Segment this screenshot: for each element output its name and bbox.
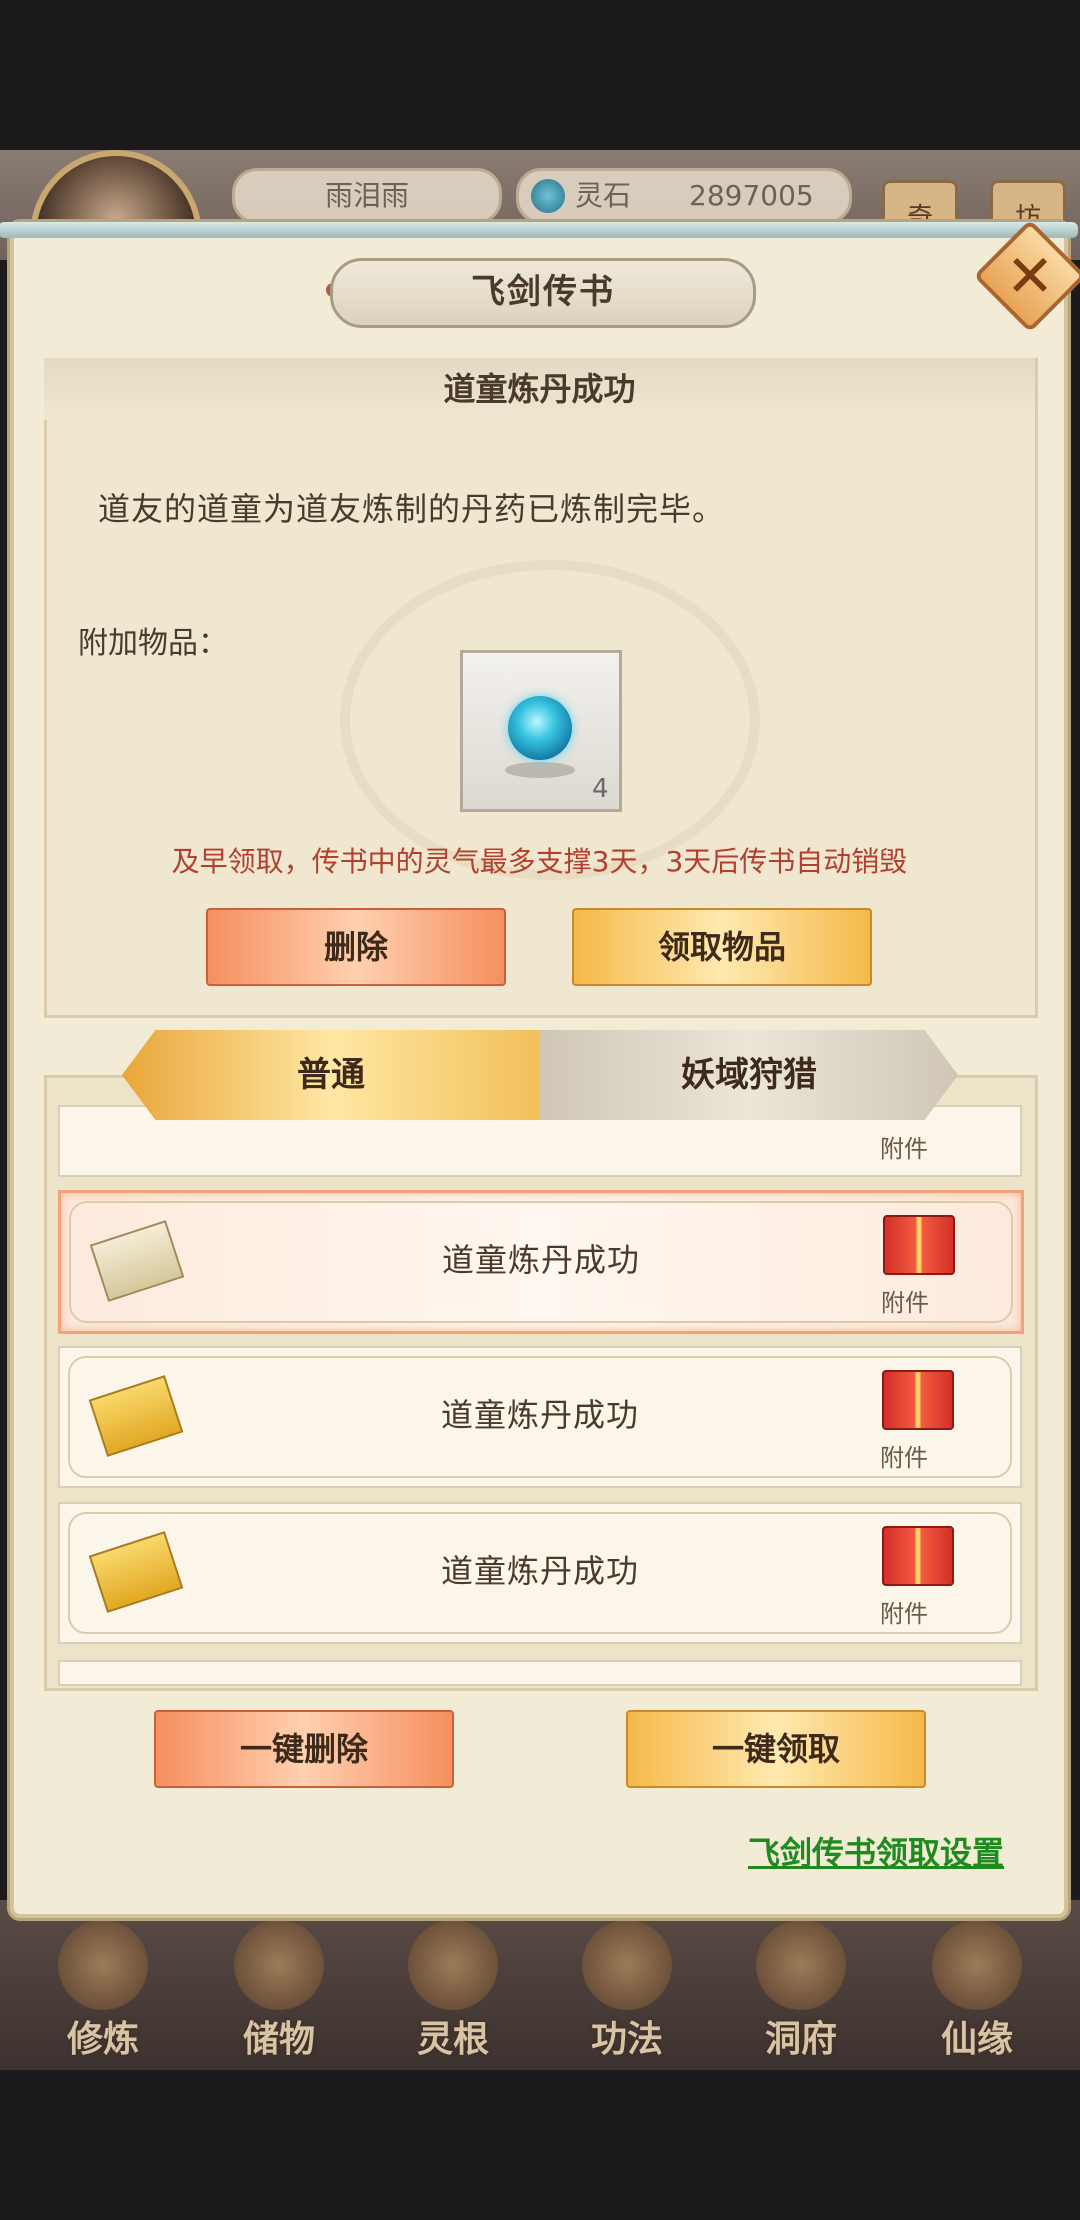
item-count: 4	[592, 774, 609, 804]
list-item-partial[interactable]	[58, 1660, 1022, 1686]
storage-bag-icon	[234, 1920, 324, 2010]
mail-claim-settings-link[interactable]: 飞剑传书领取设置	[748, 1828, 1004, 1874]
nav-label: 灵根	[416, 2019, 489, 2060]
attachment-text: 附件	[880, 1135, 928, 1163]
spirit-root-icon	[408, 1920, 498, 2010]
mail-body: 道友的道童为道友炼制的丹药已炼制完毕。	[98, 490, 726, 528]
scroll-rod	[0, 222, 1078, 238]
row-title: 道童炼丹成功	[441, 1241, 640, 1279]
claim-all-button[interactable]: 一键领取	[626, 1710, 926, 1788]
nav-label: 功法	[590, 2019, 663, 2060]
gift-box-icon	[883, 1215, 955, 1275]
fortune-icon	[932, 1920, 1022, 2010]
close-icon[interactable]: ✕	[990, 236, 1070, 316]
nav-label: 仙缘	[940, 2019, 1013, 2060]
delete-all-button[interactable]: 一键删除	[154, 1710, 454, 1788]
spirit-stone-value: 2897005	[689, 179, 814, 212]
row-title: 道童炼丹成功	[440, 1552, 639, 1590]
claim-items-button[interactable]: 领取物品	[572, 908, 872, 986]
attachment-text: 附件	[880, 1600, 928, 1628]
cave-dwelling-icon	[756, 1920, 846, 2010]
nav-cave[interactable]: 洞府	[726, 1910, 876, 2060]
mail-title: 道童炼丹成功	[44, 358, 1035, 420]
nav-techniques[interactable]: 功法	[552, 1910, 702, 2060]
tab-demon-hunt[interactable]: 妖域狩猎	[540, 1030, 958, 1120]
item-shadow	[505, 762, 575, 778]
attachment-label: 附加物品：	[78, 626, 228, 661]
list-item[interactable]: 道童炼丹成功 附件	[58, 1190, 1024, 1334]
spirit-pill-orb-icon	[508, 696, 572, 760]
gift-box-icon	[882, 1370, 954, 1430]
dialog-title: 飞剑传书	[330, 258, 756, 328]
expiry-warning: 及早领取，传书中的灵气最多支撑3天，3天后传书自动销毁	[171, 845, 908, 878]
book-icon	[582, 1920, 672, 2010]
nav-spirit-root[interactable]: 灵根	[378, 1910, 528, 2060]
nav-storage[interactable]: 储物	[204, 1910, 354, 2060]
nav-fortune[interactable]: 仙缘	[902, 1910, 1052, 2060]
nav-cultivate[interactable]: 修炼	[28, 1910, 178, 2060]
spirit-stone-icon	[531, 179, 565, 213]
nav-label: 储物	[242, 2019, 315, 2060]
list-item[interactable]: 道童炼丹成功 附件	[58, 1346, 1022, 1488]
list-item[interactable]: 道童炼丹成功 附件	[58, 1502, 1022, 1644]
player-name: 雨泪雨	[232, 168, 502, 224]
row-title: 道童炼丹成功	[440, 1396, 639, 1434]
spirit-stone-counter: 灵石 2897005	[516, 168, 852, 224]
nav-label: 修炼	[66, 2019, 139, 2060]
tab-normal[interactable]: 普通	[122, 1030, 540, 1120]
nav-label: 洞府	[764, 2019, 837, 2060]
spirit-stone-label: 灵石	[575, 179, 632, 212]
delete-button[interactable]: 删除	[206, 908, 506, 986]
gift-box-icon	[882, 1526, 954, 1586]
attachment-text: 附件	[880, 1444, 928, 1472]
attachment-text: 附件	[881, 1289, 929, 1317]
cultivate-icon	[58, 1920, 148, 2010]
